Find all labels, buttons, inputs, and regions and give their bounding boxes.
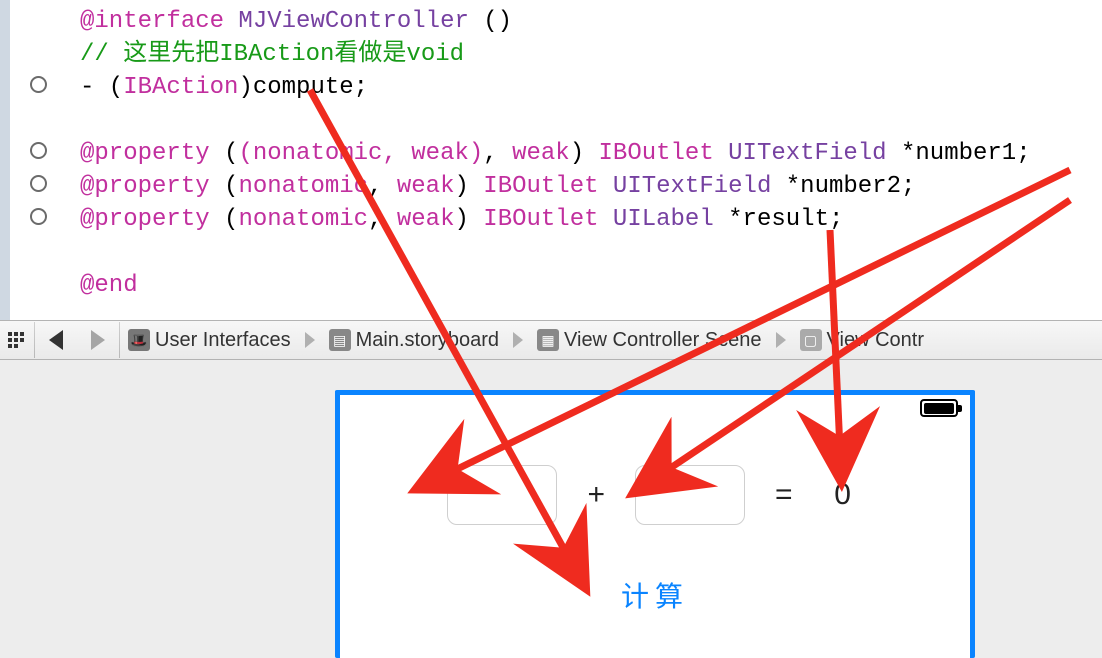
keyword: @property xyxy=(80,140,210,167)
plus-label: + xyxy=(587,478,605,512)
text: () xyxy=(469,8,512,35)
breadcrumb-label: View Contr xyxy=(827,329,924,352)
code-line-comment: // 这里先把IBAction看做是void xyxy=(80,38,1031,71)
var-name: *number2; xyxy=(786,173,916,200)
compute-button-label: 计算 xyxy=(621,581,689,612)
view-controller-canvas[interactable]: + = 0 计算 xyxy=(335,390,975,658)
code-editor[interactable]: @interface MJViewController () // 这里先把IB… xyxy=(10,0,1102,320)
blank-line xyxy=(80,104,1031,137)
number1-textfield[interactable] xyxy=(447,465,557,525)
keyword: @property xyxy=(80,173,210,200)
chevron-icon xyxy=(305,332,315,348)
breadcrumb-item[interactable]: ▢ View Contr xyxy=(792,321,932,359)
connection-indicator[interactable] xyxy=(30,175,47,192)
chevron-icon xyxy=(513,332,523,348)
compute-button[interactable]: 计算 xyxy=(340,575,970,615)
class-name-token: MJViewController xyxy=(224,8,469,35)
scene-icon: ▦ xyxy=(537,329,559,351)
comment: // 这里先把IBAction看做是void xyxy=(80,41,464,68)
tux-icon: 🎩 xyxy=(128,329,150,351)
ib-canvas[interactable]: + = 0 计算 xyxy=(0,360,1102,658)
breadcrumb-item[interactable]: ▦ View Controller Scene xyxy=(529,321,770,359)
code-line: @property (nonatomic, weak) IBOutlet UIT… xyxy=(80,170,1031,203)
iboutlet-token: IBOutlet xyxy=(483,173,598,200)
text: - ( xyxy=(80,74,123,101)
iboutlet-token: IBOutlet xyxy=(599,140,714,167)
iboutlet-token: IBOutlet xyxy=(483,206,598,233)
connection-indicator[interactable] xyxy=(30,142,47,159)
type-token: UITextField xyxy=(613,173,771,200)
battery-icon xyxy=(920,399,958,417)
connection-indicator[interactable] xyxy=(30,76,47,93)
result-label: 0 xyxy=(823,478,863,512)
calculator-row: + = 0 xyxy=(340,465,970,525)
code-line: - (IBAction)compute; xyxy=(80,71,1031,104)
keyword: @interface xyxy=(80,8,224,35)
keyword: @property xyxy=(80,206,210,233)
storyboard-icon: ▤ xyxy=(329,329,351,351)
left-gutter xyxy=(0,0,10,320)
keyword: @end xyxy=(80,272,138,299)
breakpoint-gutter[interactable] xyxy=(10,0,65,320)
ibaction-token: IBAction xyxy=(123,74,238,101)
related-items-icon[interactable] xyxy=(0,321,34,359)
type-token: UITextField xyxy=(728,140,886,167)
chevron-icon xyxy=(776,332,786,348)
attr: (nonatomic, weak) xyxy=(238,140,483,167)
var-name: *number1; xyxy=(901,140,1031,167)
type-token: UILabel xyxy=(613,206,714,233)
breadcrumb-item[interactable]: ▤ Main.storyboard xyxy=(321,321,507,359)
nav-forward-button[interactable] xyxy=(77,321,119,359)
blank-line xyxy=(80,236,1031,269)
text: )compute; xyxy=(238,74,368,101)
code-line: @property ((nonatomic, weak), weak) IBOu… xyxy=(80,137,1031,170)
breadcrumb-label: View Controller Scene xyxy=(564,329,762,352)
source-code[interactable]: @interface MJViewController () // 这里先把IB… xyxy=(80,5,1031,302)
code-line: @property (nonatomic, weak) IBOutlet UIL… xyxy=(80,203,1031,236)
nav-back-button[interactable] xyxy=(35,321,77,359)
number2-textfield[interactable] xyxy=(635,465,745,525)
jump-bar[interactable]: 🎩 User Interfaces ▤ Main.storyboard ▦ Vi… xyxy=(0,320,1102,360)
breadcrumb-label: Main.storyboard xyxy=(356,329,499,352)
breadcrumb-label: User Interfaces xyxy=(155,329,291,352)
connection-indicator[interactable] xyxy=(30,208,47,225)
code-line: @interface MJViewController () xyxy=(80,5,1031,38)
equals-label: = xyxy=(775,478,793,512)
vc-icon: ▢ xyxy=(800,329,822,351)
code-line: @end xyxy=(80,269,1031,302)
breadcrumb-item[interactable]: 🎩 User Interfaces xyxy=(120,321,299,359)
var-name: *result; xyxy=(728,206,843,233)
